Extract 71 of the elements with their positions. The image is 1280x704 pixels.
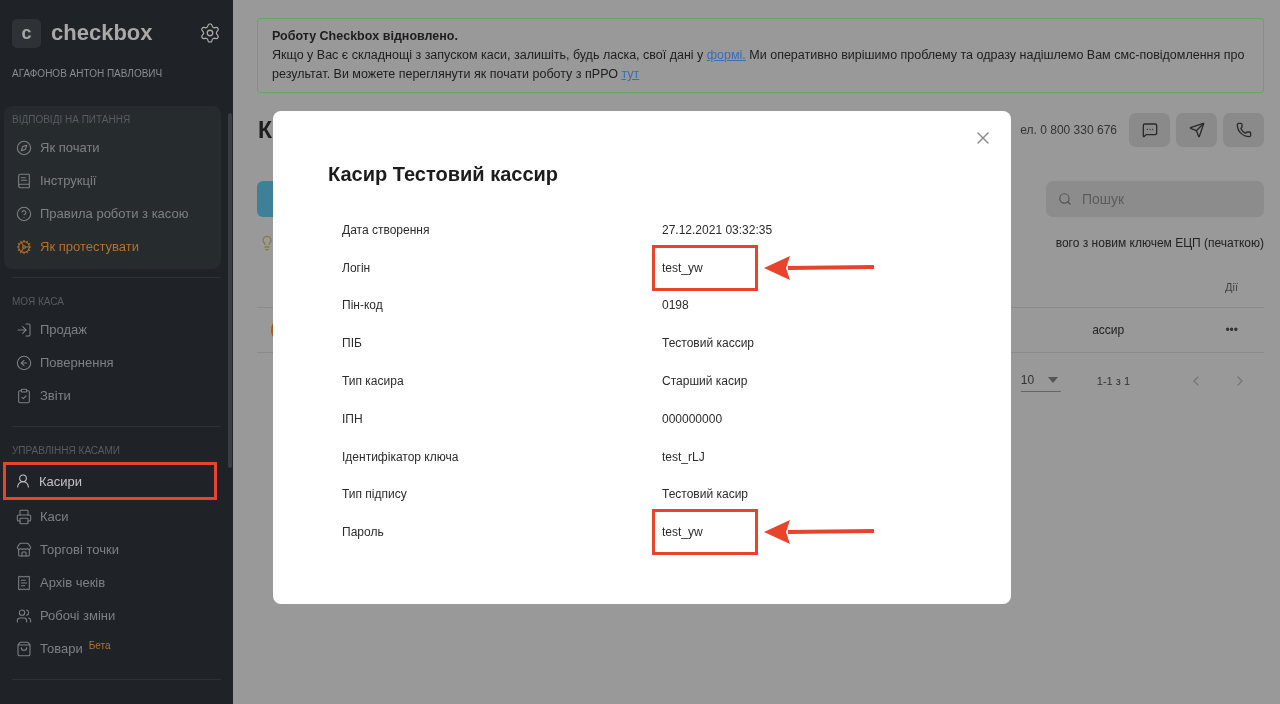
- nav-item[interactable]: Повернення: [4, 346, 221, 379]
- field-value: 0198: [662, 298, 689, 313]
- field-value: test_rLJ: [662, 449, 705, 464]
- book-icon: [16, 172, 32, 189]
- people-icon: [16, 607, 32, 624]
- nav-item[interactable]: Інструкції: [4, 164, 221, 197]
- highlighted-value: test_yw: [652, 509, 758, 556]
- enter-icon: [16, 321, 32, 338]
- field-value: Старший касир: [662, 374, 748, 389]
- more-button[interactable]: •••: [1225, 323, 1238, 337]
- store-icon: [16, 541, 32, 558]
- field-label: Логін: [342, 260, 372, 275]
- field-label: Тип касира: [342, 374, 405, 389]
- paper-plane-icon: [1188, 122, 1205, 138]
- beta-label: Бета: [88, 640, 111, 651]
- nav-item[interactable]: Товари Бета: [4, 632, 221, 665]
- section-title: УПРАВЛІННЯ КАСАМИ: [11, 444, 122, 458]
- nav-item[interactable]: Робочі зміни: [4, 599, 221, 632]
- field-value: 000000000: [662, 411, 723, 426]
- compass-icon: [16, 139, 32, 156]
- dialog-title: Касир Тестовий кассир: [328, 163, 560, 186]
- field-value: 27.12.2021 03:32:35: [662, 222, 773, 237]
- field-label: Пін-код: [342, 298, 384, 313]
- gear-icon: [16, 238, 32, 255]
- page-size-select[interactable]: 10: [1020, 369, 1061, 392]
- notice-text: Якщо у Вас є складнощі з запуском каси, залишіть, будь ласка, свої дані у формі. Ми оперативно вирішимо проблему та одразу надішлемо Вам смс-повідомлення про результат. Ви можете переглянути як почати роботу з пРРО тут: [272, 47, 1246, 83]
- field-label: Ідентифікатор ключа: [342, 449, 460, 464]
- send-button[interactable]: [1176, 113, 1217, 147]
- notice-title: Роботу Checkbox відновлено.: [272, 28, 459, 45]
- column-header: Дії: [1225, 281, 1238, 293]
- section-title: МОЯ КАСА: [11, 295, 65, 309]
- field-label: ПІБ: [342, 336, 363, 351]
- nav-item[interactable]: Каси: [4, 500, 221, 533]
- field-label: ІПН: [342, 411, 364, 426]
- phone-button[interactable]: [1223, 113, 1264, 147]
- nav-item[interactable]: Касири: [3, 462, 217, 500]
- phone-icon: [1235, 122, 1252, 138]
- caret-icon: [1048, 377, 1059, 383]
- user-name: АГАФОНОВ АНТОН ПАВЛОВИЧ: [11, 68, 164, 79]
- nav-item[interactable]: Правила роботи з касою: [4, 197, 221, 230]
- phone-number: ел. 0 800 330 676: [1020, 123, 1117, 137]
- settings-icon[interactable]: [199, 22, 221, 44]
- logo-mark: c: [12, 18, 41, 48]
- page-range: 1-1 з 1: [1096, 374, 1130, 387]
- field-value: Тестовий касир: [662, 487, 749, 502]
- nav-item[interactable]: Торгові точки: [4, 533, 221, 566]
- nav-item[interactable]: Як протестувати: [4, 230, 221, 263]
- field-label: Тип підпису: [342, 487, 408, 502]
- hint-text: вого з новим ключем ЕЦП (печаткою): [1055, 236, 1264, 250]
- field-value: Тестовий кассир: [662, 336, 755, 351]
- printer-icon: [16, 508, 32, 525]
- scrollbar[interactable]: [228, 113, 232, 468]
- question-icon: [16, 205, 32, 222]
- field-label: Пароль: [342, 525, 385, 540]
- nav-item[interactable]: Архів чеків: [4, 566, 221, 599]
- page-heading: К: [258, 116, 273, 144]
- highlighted-value: test_yw: [652, 244, 758, 291]
- lightbulb-icon: [259, 235, 275, 251]
- clipboard-icon: [16, 387, 32, 404]
- search-icon: [1058, 192, 1072, 206]
- nav-item[interactable]: Продаж: [4, 313, 221, 346]
- logo: checkbox: [51, 20, 154, 46]
- bag-icon: [16, 640, 32, 657]
- nav-item[interactable]: Звіти: [4, 379, 221, 412]
- receipt-icon: [16, 574, 32, 591]
- person-icon: [15, 473, 31, 489]
- table-cell-text: ассир: [1091, 323, 1125, 337]
- nav-item[interactable]: Як почати: [4, 131, 221, 164]
- chat-button[interactable]: [1129, 113, 1170, 147]
- chat-icon: [1141, 122, 1158, 138]
- field-label: Дата створення: [342, 222, 431, 237]
